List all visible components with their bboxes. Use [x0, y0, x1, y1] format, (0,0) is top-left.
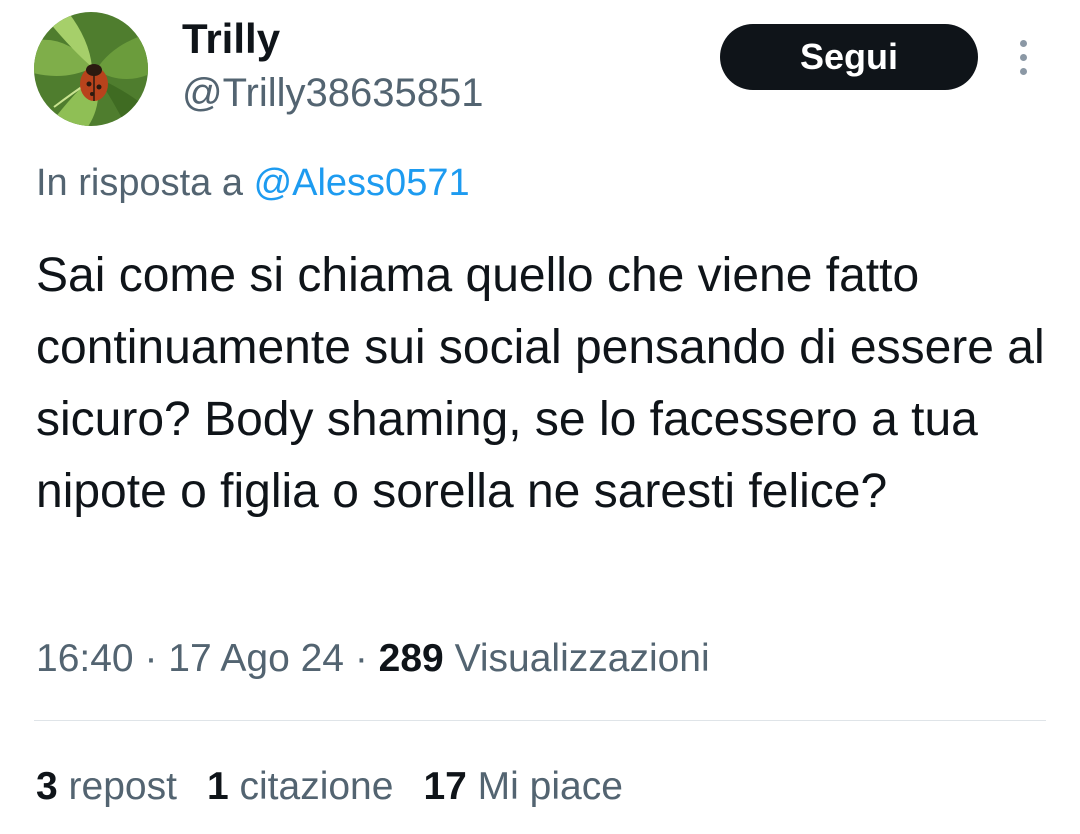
likes-stat[interactable]: 17 Mi piace [423, 765, 622, 808]
engagement-stats: 3 repost 1 citazione 17 Mi piace [36, 762, 653, 812]
more-dot [1020, 40, 1027, 47]
more-dot [1020, 54, 1027, 61]
avatar[interactable] [34, 12, 148, 126]
tweet-date[interactable]: 17 Ago 24 [168, 637, 344, 680]
tweet-text: Sai come si chiama quello che viene fatt… [36, 249, 1045, 518]
follow-button[interactable]: Segui [720, 24, 978, 90]
views-label: Visualizzazioni [454, 637, 710, 680]
quotes-stat[interactable]: 1 citazione [207, 765, 393, 808]
quotes-label: citazione [239, 765, 394, 808]
likes-label: Mi piace [477, 765, 623, 808]
reply-prefix: In risposta a [36, 162, 243, 204]
author-display-name[interactable]: Trilly [182, 14, 280, 64]
author-handle[interactable]: @Trilly38635851 [182, 68, 484, 118]
reply-context: In risposta a @Aless0571 [36, 158, 470, 208]
reply-mention-link[interactable]: @Aless0571 [254, 162, 470, 204]
ladybug-avatar-image [34, 12, 148, 126]
tweet-meta: 16:40 · 17 Ago 24 · 289 Visualizzazioni [36, 634, 710, 684]
tweet-time[interactable]: 16:40 [36, 637, 134, 680]
meta-separator: · [354, 637, 368, 680]
quotes-count: 1 [206, 765, 229, 808]
reposts-label: repost [68, 765, 177, 808]
views-count: 289 [378, 637, 444, 680]
divider [34, 720, 1046, 721]
reposts-count: 3 [36, 765, 58, 808]
likes-count: 17 [423, 765, 467, 808]
more-dot [1020, 68, 1027, 75]
reposts-stat[interactable]: 3 repost [36, 765, 177, 808]
more-vertical-icon[interactable] [1008, 36, 1038, 80]
meta-separator: · [144, 637, 158, 680]
